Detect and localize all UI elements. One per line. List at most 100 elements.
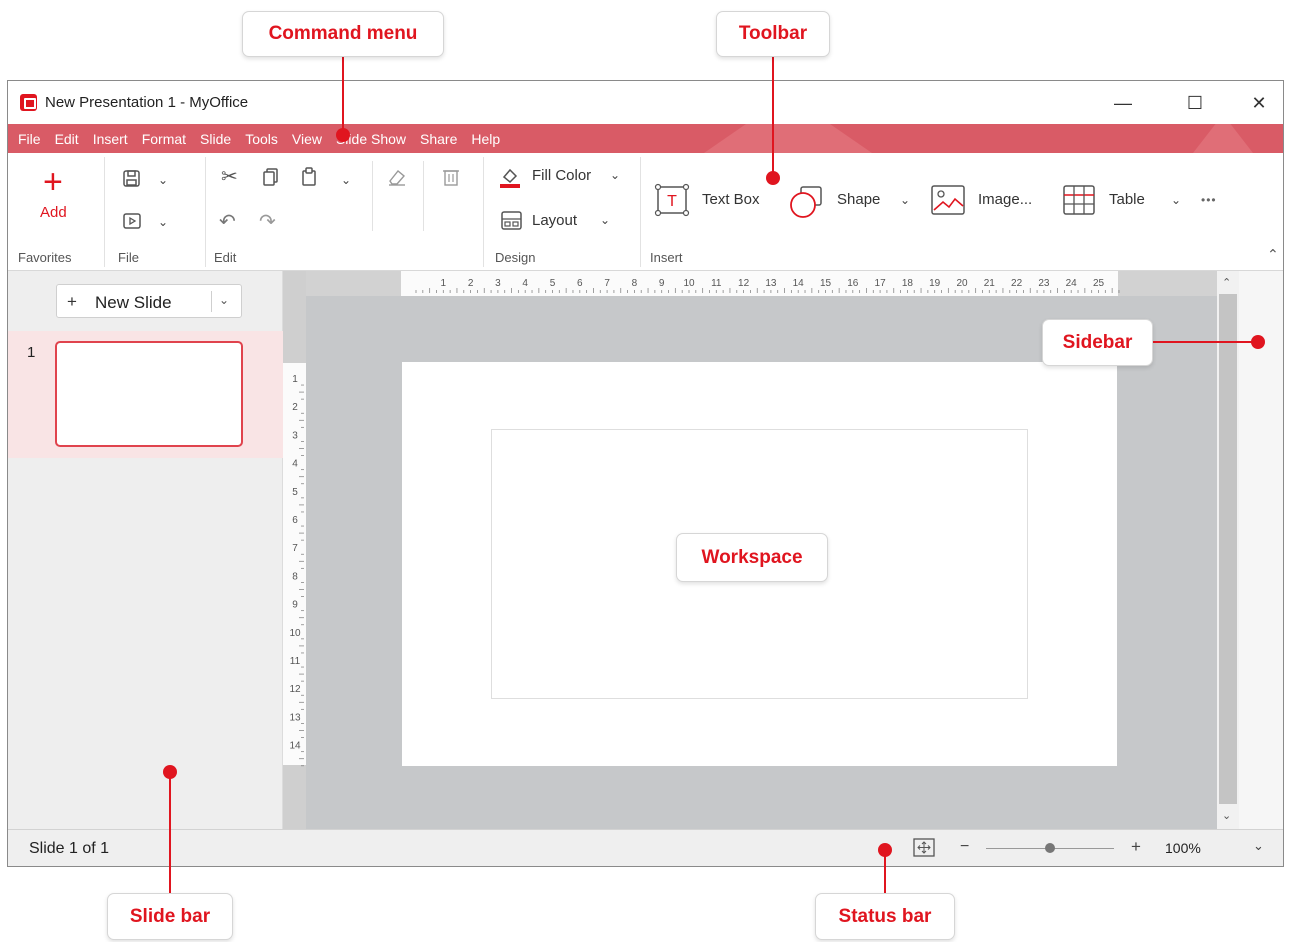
- callout-toolbar-dot: [766, 171, 780, 185]
- fit-to-window-icon[interactable]: [912, 837, 936, 859]
- callout-status-bar-line: [884, 852, 886, 893]
- scrollbar-thumb[interactable]: [1219, 294, 1237, 804]
- menu-slide[interactable]: Slide: [193, 131, 238, 147]
- menu-help[interactable]: Help: [464, 131, 507, 147]
- menu-format[interactable]: Format: [135, 131, 193, 147]
- maximize-button[interactable]: ☐: [1173, 89, 1217, 117]
- plus-icon: +: [67, 292, 77, 311]
- callout-slide-bar-dot: [163, 765, 177, 779]
- ruler-label: 5: [550, 278, 556, 289]
- layout-icon: [501, 211, 522, 230]
- chevron-down-icon[interactable]: ⌄: [341, 173, 351, 187]
- copy-icon[interactable]: [262, 167, 280, 187]
- chevron-down-icon: ⌄: [600, 213, 611, 227]
- group-label-design: Design: [495, 250, 536, 265]
- ruler-label: 12: [738, 278, 750, 289]
- paste-icon[interactable]: [300, 167, 318, 187]
- text-box-button[interactable]: T Text Box: [654, 183, 766, 217]
- title-bar: New Presentation 1 - MyOffice — ☐ ✕: [8, 81, 1283, 124]
- slide-thumbnail[interactable]: [55, 341, 243, 447]
- ruler-label: 22: [1011, 278, 1023, 289]
- save-button[interactable]: ⌄: [120, 167, 172, 193]
- ruler-label: 5: [292, 487, 298, 498]
- shape-icon: [790, 186, 822, 218]
- ruler-label: 9: [659, 278, 665, 289]
- callout-slide-bar: Slide bar: [107, 893, 233, 940]
- scroll-down-icon[interactable]: ⌄: [1222, 809, 1231, 822]
- ruler-label: 2: [292, 402, 298, 413]
- menubar-decoration: [1193, 124, 1253, 153]
- undo-icon[interactable]: ↶: [219, 212, 236, 232]
- menu-insert[interactable]: Insert: [86, 131, 135, 147]
- callout-toolbar-line: [772, 57, 774, 174]
- table-button[interactable]: Table ⌄: [1061, 183, 1191, 217]
- chevron-down-icon: ⌄: [158, 215, 169, 229]
- more-options-button[interactable]: •••: [1201, 193, 1217, 207]
- ruler-label: 14: [289, 741, 301, 752]
- ruler-label: 13: [289, 712, 301, 723]
- collapse-ribbon-icon[interactable]: ⌄: [1267, 245, 1279, 262]
- chevron-down-icon: ⌄: [1171, 193, 1182, 207]
- slide-thumbnail-row[interactable]: 1: [8, 331, 283, 458]
- window-title: New Presentation 1 - MyOffice: [45, 94, 249, 111]
- ruler-label: 11: [711, 278, 722, 289]
- text-box-label: Text Box: [702, 191, 760, 208]
- delete-icon[interactable]: [442, 167, 460, 187]
- ruler-label: 1: [292, 374, 298, 385]
- ruler-label: 10: [289, 628, 301, 639]
- ruler-label: 7: [604, 278, 610, 289]
- ruler-label: 9: [292, 600, 298, 611]
- callout-status-bar: Status bar: [815, 893, 955, 940]
- zoom-in-button[interactable]: +: [1131, 837, 1141, 857]
- chevron-down-icon[interactable]: ⌄: [1253, 838, 1264, 854]
- image-icon: [931, 185, 965, 215]
- ruler-label: 13: [765, 278, 777, 289]
- menu-tools[interactable]: Tools: [238, 131, 285, 147]
- cut-icon[interactable]: ✂: [221, 167, 238, 187]
- menu-share[interactable]: Share: [413, 131, 464, 147]
- ruler-corner: [283, 271, 306, 296]
- menu-edit[interactable]: Edit: [48, 131, 86, 147]
- chevron-down-icon: ⌄: [158, 173, 169, 187]
- group-label-insert: Insert: [650, 250, 683, 265]
- zoom-out-button[interactable]: −: [960, 838, 969, 856]
- callout-sidebar-dot: [1251, 335, 1265, 349]
- slideshow-button[interactable]: ⌄: [120, 209, 172, 235]
- callout-sidebar: Sidebar: [1042, 319, 1153, 366]
- vertical-scrollbar[interactable]: ⌄ ⌄: [1217, 271, 1239, 829]
- close-button[interactable]: ✕: [1237, 89, 1281, 117]
- svg-text:T: T: [667, 193, 677, 210]
- ruler-label: 12: [289, 684, 301, 695]
- zoom-level[interactable]: 100%: [1165, 840, 1201, 856]
- slide-number: 1: [27, 344, 36, 361]
- scroll-up-icon[interactable]: ⌄: [1222, 275, 1231, 288]
- app-window: New Presentation 1 - MyOffice — ☐ ✕ File…: [7, 80, 1284, 867]
- sidebar: [1239, 271, 1283, 829]
- layout-button[interactable]: Layout ⌄: [498, 207, 633, 237]
- redo-icon[interactable]: ↷: [259, 212, 276, 232]
- callout-command-menu-line: [342, 57, 344, 131]
- zoom-slider-handle[interactable]: [1045, 843, 1055, 853]
- fill-color-icon: [500, 168, 520, 188]
- group-label-file: File: [118, 250, 139, 265]
- ruler-label: 3: [292, 430, 298, 441]
- menu-file[interactable]: File: [8, 131, 48, 147]
- chevron-down-icon[interactable]: ⌄: [219, 293, 229, 307]
- new-slide-label: New Slide: [95, 293, 172, 312]
- menu-view[interactable]: View: [285, 131, 329, 147]
- add-button[interactable]: + Add: [34, 161, 79, 231]
- eraser-icon[interactable]: [386, 167, 408, 187]
- toolbar: + Add Favorites ⌄ ⌄ File ✂ ⌄ ↶ ↷ Edit Fi…: [8, 153, 1283, 271]
- new-slide-button[interactable]: + New Slide ⌄: [56, 284, 242, 318]
- group-label-edit: Edit: [214, 250, 237, 265]
- shape-label: Shape: [837, 191, 881, 208]
- minimize-button[interactable]: —: [1101, 89, 1145, 117]
- image-button[interactable]: Image...: [930, 183, 1042, 217]
- ruler-label: 2: [468, 278, 474, 289]
- shape-button[interactable]: Shape ⌄: [787, 183, 917, 219]
- callout-command-menu-dot: [336, 128, 350, 142]
- text-box-icon: T: [654, 183, 690, 217]
- ruler-label: 6: [577, 278, 583, 289]
- fill-color-button[interactable]: Fill Color ⌄: [498, 163, 633, 193]
- ruler-label: 21: [984, 278, 996, 289]
